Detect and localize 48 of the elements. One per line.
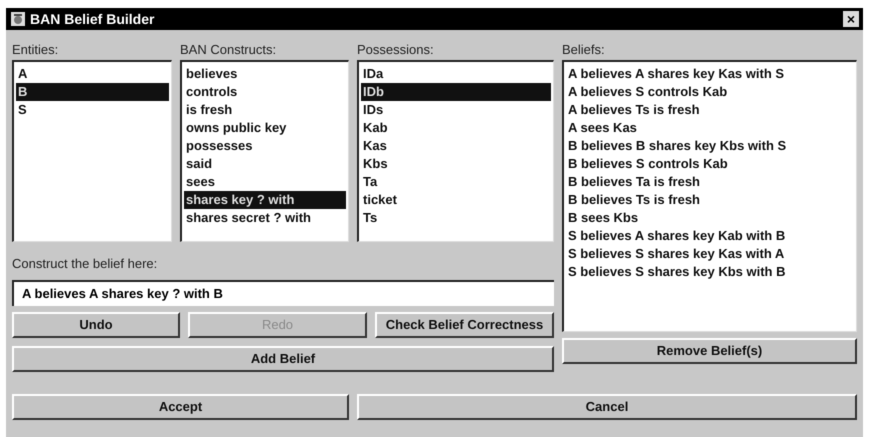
list-item[interactable]: Kas [361, 137, 551, 155]
list-item[interactable]: S [16, 101, 169, 119]
list-item[interactable]: sees [184, 173, 346, 191]
list-item[interactable]: shares key ? with [184, 191, 346, 209]
dialog-button[interactable]: Accept [12, 394, 349, 420]
list-label: BAN Constructs: [180, 41, 278, 56]
list-item[interactable]: is fresh [184, 101, 346, 119]
list-label: Possessions: [357, 41, 435, 56]
list-item[interactable]: believes [184, 65, 346, 83]
list-item[interactable]: A believes Ts is fresh [566, 101, 854, 119]
list-item[interactable]: B believes Ta is fresh [566, 173, 854, 191]
window-title: BAN Belief Builder [30, 10, 156, 28]
list-item[interactable]: B believes B shares key Kbs with S [566, 137, 854, 155]
list-item[interactable]: S believes A shares key Kab with B [566, 227, 854, 245]
list-item[interactable]: A sees Kas [566, 119, 854, 137]
list-item[interactable]: S believes S shares key Kbs with B [566, 263, 854, 281]
list-item[interactable]: B believes S controls Kab [566, 155, 854, 173]
list-item[interactable]: owns public key [184, 119, 346, 137]
list-item[interactable]: IDa [361, 65, 551, 83]
construct-label: Construct the belief here: [12, 255, 158, 273]
list-item[interactable]: ticket [361, 191, 551, 209]
list-item[interactable]: possesses [184, 137, 346, 155]
list-item[interactable]: A [16, 65, 169, 83]
app-icon [10, 11, 26, 27]
list-item[interactable]: shares secret ? with [184, 209, 346, 227]
list-item[interactable]: controls [184, 83, 346, 101]
list-label: Beliefs: [562, 41, 606, 56]
edit-button[interactable]: Undo [12, 312, 180, 338]
add-belief-button[interactable]: Add Belief [12, 346, 554, 372]
list-item[interactable]: IDs [361, 101, 551, 119]
list-item[interactable]: Ts [361, 209, 551, 227]
list-label: Entities: [12, 41, 60, 56]
list-item[interactable]: A believes A shares key Kas with S [566, 65, 854, 83]
list-item[interactable]: Kbs [361, 155, 551, 173]
list-item[interactable]: Ta [361, 173, 551, 191]
list-item[interactable]: said [184, 155, 346, 173]
close-button[interactable]: × [843, 11, 859, 27]
remove-beliefs-button[interactable]: Remove Belief(s) [562, 338, 857, 364]
list-item[interactable]: S believes S shares key Kas with A [566, 245, 854, 263]
edit-button[interactable]: Check Belief Correctness [375, 312, 554, 338]
list-item[interactable]: IDb [361, 83, 551, 101]
list-item[interactable]: B [16, 83, 169, 101]
list-item[interactable]: B sees Kbs [566, 209, 854, 227]
list-item[interactable]: A believes S controls Kab [566, 83, 854, 101]
list-item[interactable]: Kab [361, 119, 551, 137]
list-item[interactable]: B believes Ts is fresh [566, 191, 854, 209]
dialog-button[interactable]: Cancel [357, 394, 857, 420]
belief-input[interactable]: A believes A shares key ? with B [12, 280, 554, 306]
